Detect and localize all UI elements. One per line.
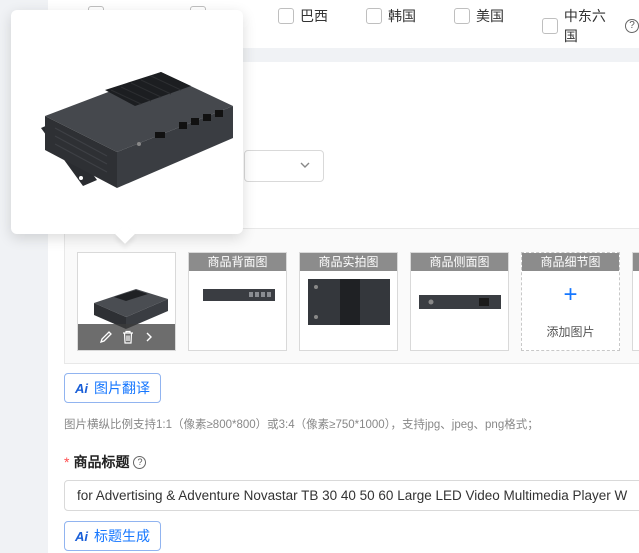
image-requirements-hint: 图片横纵比例支持1:1（像素≥800*800）或3:4（像素≥750*1000）… [64, 419, 539, 431]
country-checkbox-usa[interactable]: 美国 [454, 6, 504, 26]
required-mark: * [64, 454, 70, 470]
image-caption: 商品侧面图 [411, 253, 508, 271]
ai-icon: Ai [75, 380, 88, 396]
checkbox-box[interactable] [278, 8, 294, 24]
button-label: 标题生成 [94, 528, 150, 544]
main-image-thumb[interactable] [77, 252, 176, 351]
device-preview-image [41, 72, 233, 188]
edit-icon[interactable] [99, 330, 113, 344]
country-checkbox-middle-east[interactable]: 中东六国 ? [542, 6, 639, 46]
plus-icon: + [563, 281, 578, 308]
real-shot-image-thumb[interactable]: 商品实拍图 [299, 252, 398, 351]
next-image-thumb[interactable] [632, 252, 639, 351]
image-preview-popover [11, 10, 243, 244]
ai-icon: Ai [75, 528, 88, 544]
add-image-label: 添加图片 [546, 325, 595, 339]
image-translate-button[interactable]: Ai 图片翻译 [64, 373, 161, 403]
image-caption: 商品细节图 [522, 253, 619, 271]
image-toolbar [78, 324, 175, 350]
product-title-input[interactable]: for Advertising & Adventure Novastar TB … [64, 480, 639, 511]
device-side-image [419, 295, 501, 309]
product-title-label: * 商品标题 ? [64, 452, 147, 472]
button-label: 图片翻译 [94, 380, 150, 396]
category-select[interactable] [244, 150, 324, 182]
checkbox-box[interactable] [366, 8, 382, 24]
checkbox-box[interactable] [542, 18, 558, 34]
delete-icon[interactable] [121, 330, 135, 344]
image-caption: 商品背面图 [189, 253, 286, 271]
chevron-down-icon [300, 162, 310, 168]
country-label: 中东六国 [563, 8, 606, 44]
chevron-right-icon[interactable] [143, 331, 155, 343]
device-back-image [203, 289, 275, 301]
side-image-thumb[interactable]: 商品侧面图 [410, 252, 509, 351]
title-generate-button[interactable]: Ai 标题生成 [64, 521, 161, 551]
help-icon[interactable]: ? [625, 19, 639, 33]
page-background: 巴西 韩国 美国 中东六国 ? 商品背面图 商品实拍图 商品侧面图 商品细节图 … [0, 0, 639, 553]
country-label: 巴西 [300, 8, 328, 24]
country-label: 美国 [476, 8, 504, 24]
image-caption: 商品实拍图 [300, 253, 397, 271]
detail-image-add-slot[interactable]: 商品细节图 + 添加图片 [521, 252, 620, 351]
country-checkbox-brazil[interactable]: 巴西 [278, 6, 328, 26]
checkbox-box[interactable] [454, 8, 470, 24]
help-icon[interactable]: ? [133, 455, 147, 469]
device-real-shot-image [308, 279, 390, 325]
country-label: 韩国 [388, 8, 416, 24]
back-image-thumb[interactable]: 商品背面图 [188, 252, 287, 351]
label-text: 商品标题 [73, 454, 130, 470]
country-checkbox-korea[interactable]: 韩国 [366, 6, 416, 26]
